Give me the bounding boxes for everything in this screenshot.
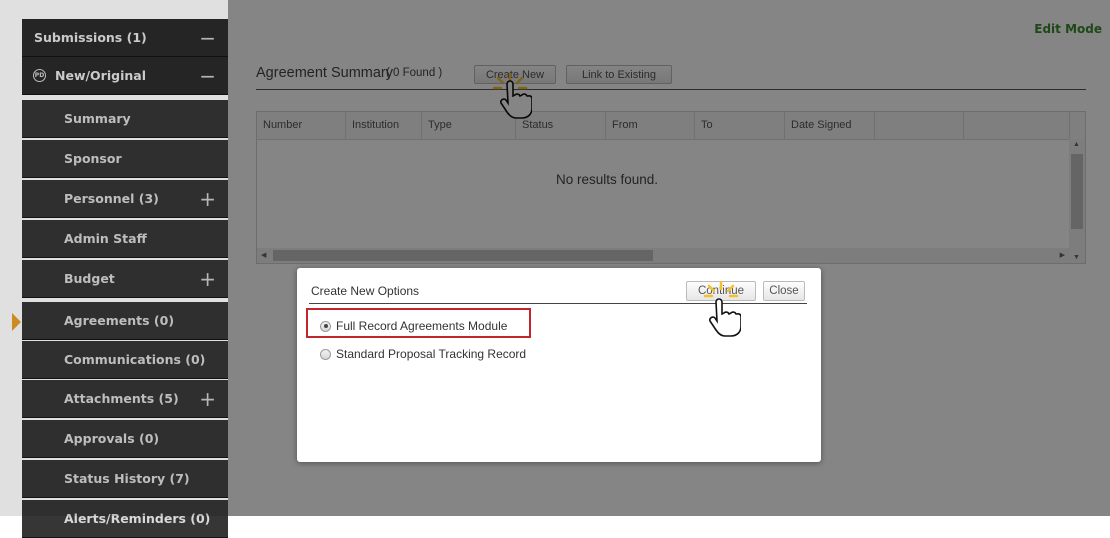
option-standard-proposal-tracking[interactable]: Standard Proposal Tracking Record: [320, 347, 526, 361]
sidebar-backdrop: [0, 0, 228, 516]
radio-button-unchecked[interactable]: [320, 348, 331, 360]
dialog-title: Create New Options: [311, 284, 420, 298]
option-label: Standard Proposal Tracking Record: [336, 347, 527, 361]
hand-pointer-icon: [709, 298, 741, 337]
selection-highlight-box: [306, 308, 531, 338]
close-button[interactable]: Close: [763, 281, 805, 301]
